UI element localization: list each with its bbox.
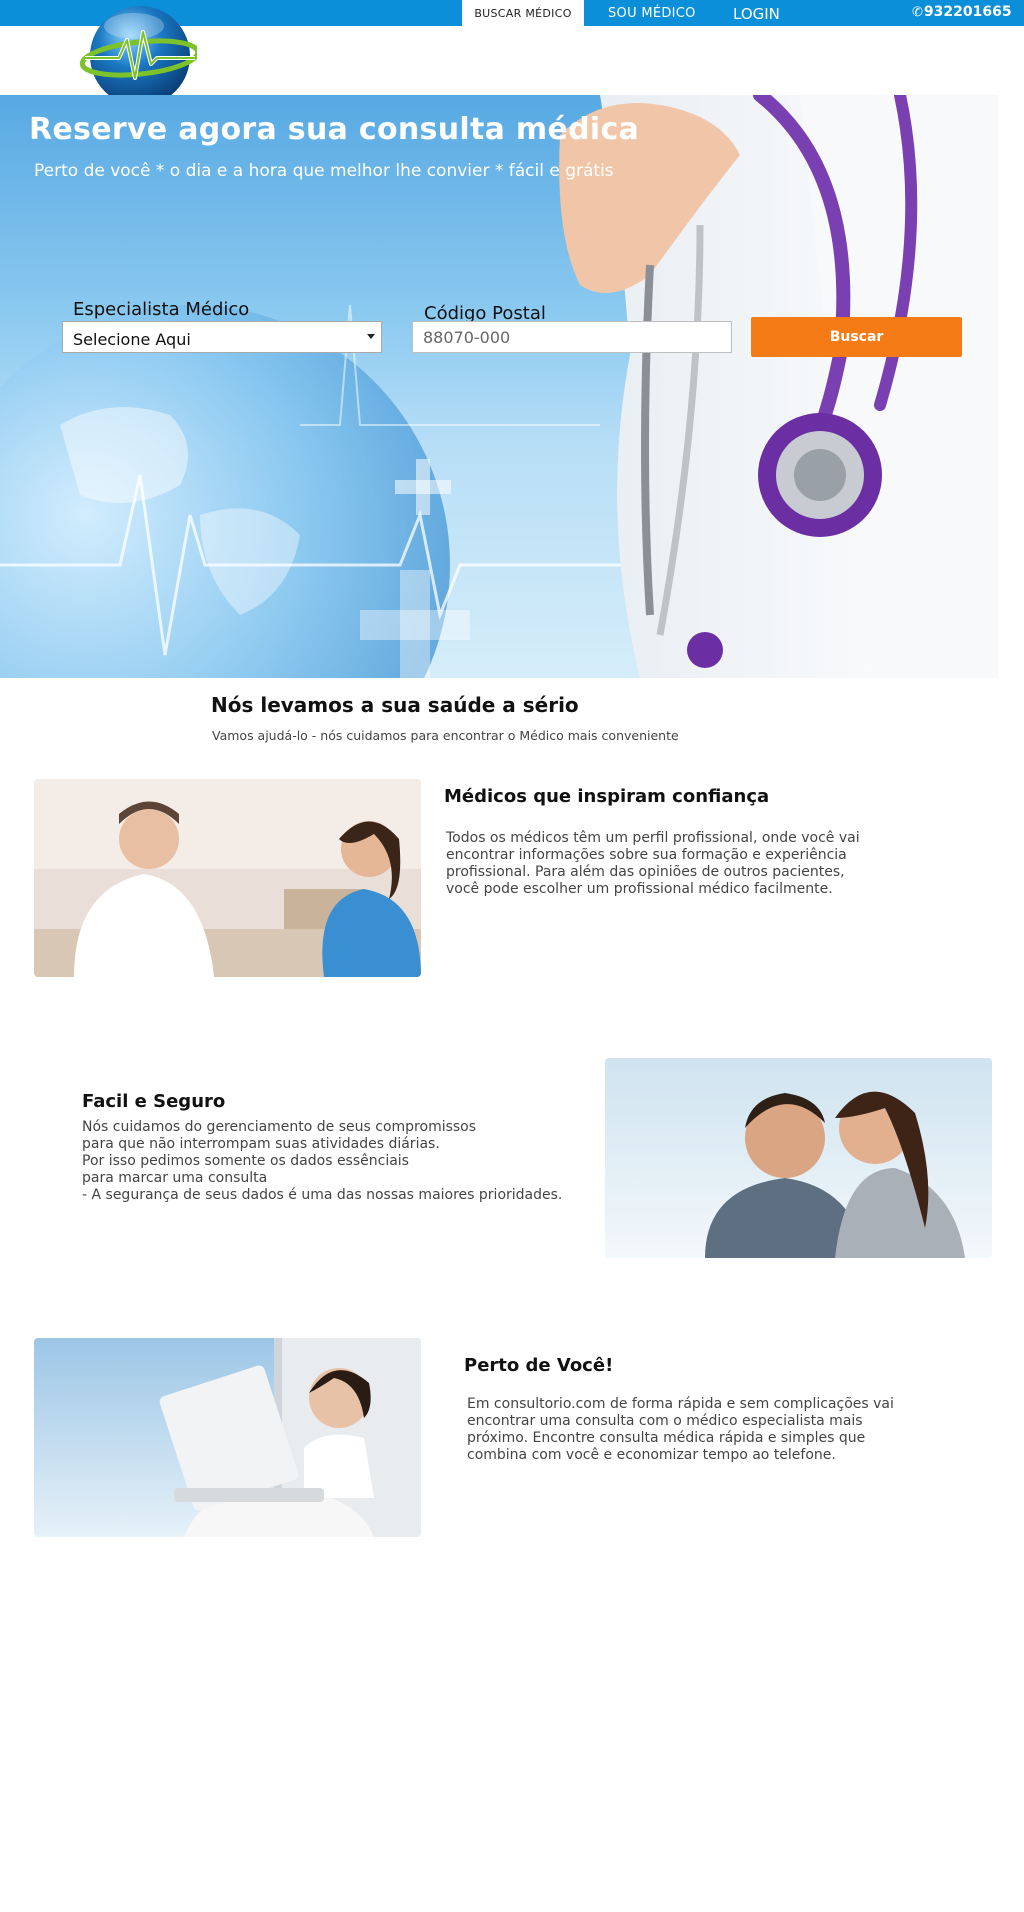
feature-text-line: encontrar informações sobre sua formação… [446, 847, 847, 863]
specialist-select[interactable]: Selecione Aqui [62, 321, 382, 353]
phone-number-text: 932201665 [923, 4, 1012, 20]
feature-text-line: encontrar uma consulta com o médico espe… [467, 1413, 863, 1429]
phone-number[interactable]: ✆932201665 [912, 0, 1012, 26]
feature-text-line: Nós cuidamos do gerenciamento de seus co… [82, 1119, 477, 1135]
hero-title: Reserve agora sua consulta médica [29, 112, 640, 147]
feature-text-near-you: Em consultorio.com de forma rápida e sem… [467, 1396, 894, 1464]
feature-text-secure: Nós cuidamos do gerenciamento de seus co… [82, 1119, 562, 1204]
hero-banner: Reserve agora sua consulta médica Perto … [0, 95, 998, 678]
search-button[interactable]: Buscar [751, 317, 962, 357]
feature-title-secure: Facil e Seguro [82, 1091, 226, 1112]
feature-text-line: Por isso pedimos somente os dados essênc… [82, 1153, 409, 1169]
specialist-select-value: Selecione Aqui [73, 330, 191, 349]
feature-text-line: para que não interrompam suas atividades… [82, 1136, 440, 1152]
feature-text-line: Em consultorio.com de forma rápida e sem… [467, 1396, 894, 1412]
feature-title-near-you: Perto de Você! [464, 1355, 614, 1376]
intro-subtitle: Vamos ajudá-lo - nós cuidamos para encon… [212, 728, 679, 743]
feature-text-line: profissional. Para além das opiniões de … [446, 864, 845, 880]
feature-text-line: você pode escolher um profissional médic… [446, 881, 833, 897]
doctor-patient-image [34, 779, 421, 977]
feature-text-line: - A segurança de seus dados é uma das no… [82, 1187, 563, 1203]
feature-text-line: Todos os médicos têm um perfil profissio… [446, 830, 860, 846]
woman-laptop-image [34, 1338, 421, 1537]
feature-text-line: próximo. Encontre consulta médica rápida… [467, 1430, 866, 1446]
chevron-down-icon [367, 334, 375, 339]
feature-text-line: combina com você e economizar tempo ao t… [467, 1447, 836, 1463]
nav-sou-medico[interactable]: SOU MÉDICO [608, 0, 696, 26]
specialist-label: Especialista Médico [73, 299, 250, 320]
site-logo[interactable] [79, 4, 201, 108]
feature-text-trust: Todos os médicos têm um perfil profissio… [446, 830, 860, 898]
hero-subtitle: Perto de você * o dia e a hora que melho… [34, 161, 614, 181]
nav-login[interactable]: LOGIN [733, 0, 780, 26]
nav-buscar-medico[interactable]: BUSCAR MÉDICO [462, 0, 584, 26]
phone-icon: ✆ [912, 5, 923, 20]
postal-code-input[interactable] [412, 321, 732, 353]
feature-text-line: para marcar uma consulta [82, 1170, 268, 1186]
feature-title-trust: Médicos que inspiram confiança [444, 786, 770, 807]
hero-background-image [0, 95, 998, 678]
happy-couple-image [605, 1058, 992, 1258]
intro-title: Nós levamos a sua saúde a sério [211, 693, 579, 717]
